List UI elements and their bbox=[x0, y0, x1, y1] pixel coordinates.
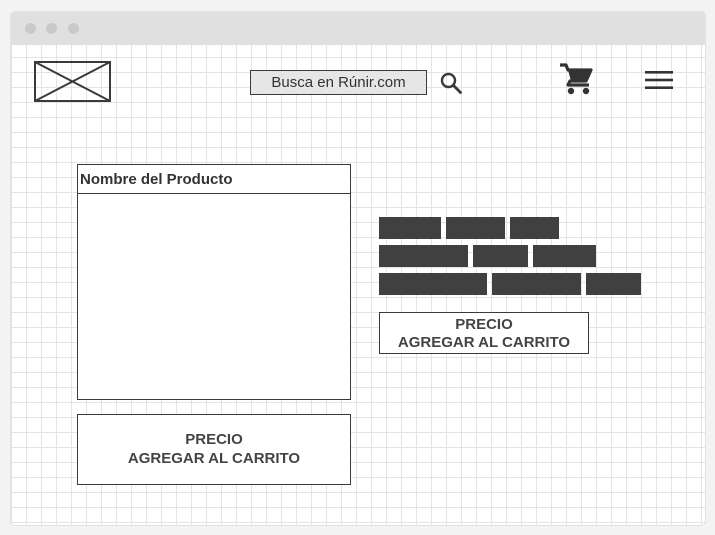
text-placeholder-bar bbox=[446, 217, 505, 239]
browser-window: Busca en Rúnir.com Nombre del Producto P… bbox=[11, 12, 705, 525]
add-to-cart-button[interactable]: PRECIO AGREGAR AL CARRITO bbox=[77, 414, 351, 485]
text-placeholder-bar bbox=[586, 273, 641, 295]
search-input[interactable]: Busca en Rúnir.com bbox=[250, 70, 427, 95]
add-to-cart-label: AGREGAR AL CARRITO bbox=[397, 334, 571, 351]
maximize-dot[interactable] bbox=[68, 23, 79, 34]
text-placeholder-bar bbox=[379, 245, 468, 267]
browser-titlebar bbox=[11, 12, 705, 45]
close-dot[interactable] bbox=[25, 23, 36, 34]
product-card[interactable]: Nombre del Producto bbox=[77, 164, 351, 400]
hamburger-menu-icon[interactable] bbox=[644, 69, 674, 91]
logo-placeholder-icon[interactable] bbox=[34, 61, 111, 102]
add-to-cart-button-secondary[interactable]: PRECIO AGREGAR AL CARRITO bbox=[379, 312, 589, 354]
minimize-dot[interactable] bbox=[46, 23, 57, 34]
text-placeholder-bar bbox=[492, 273, 581, 295]
search-icon[interactable] bbox=[439, 71, 463, 95]
text-placeholder-bar bbox=[510, 217, 559, 239]
text-placeholder-bar bbox=[533, 245, 596, 267]
price-label: PRECIO bbox=[185, 431, 243, 448]
text-placeholder-bar bbox=[379, 217, 441, 239]
cart-icon[interactable] bbox=[558, 62, 594, 96]
text-placeholder-bar bbox=[473, 245, 528, 267]
text-placeholder-bar bbox=[379, 273, 487, 295]
price-label: PRECIO bbox=[455, 316, 513, 333]
add-to-cart-label: AGREGAR AL CARRITO bbox=[127, 450, 301, 467]
product-name: Nombre del Producto bbox=[78, 165, 350, 194]
